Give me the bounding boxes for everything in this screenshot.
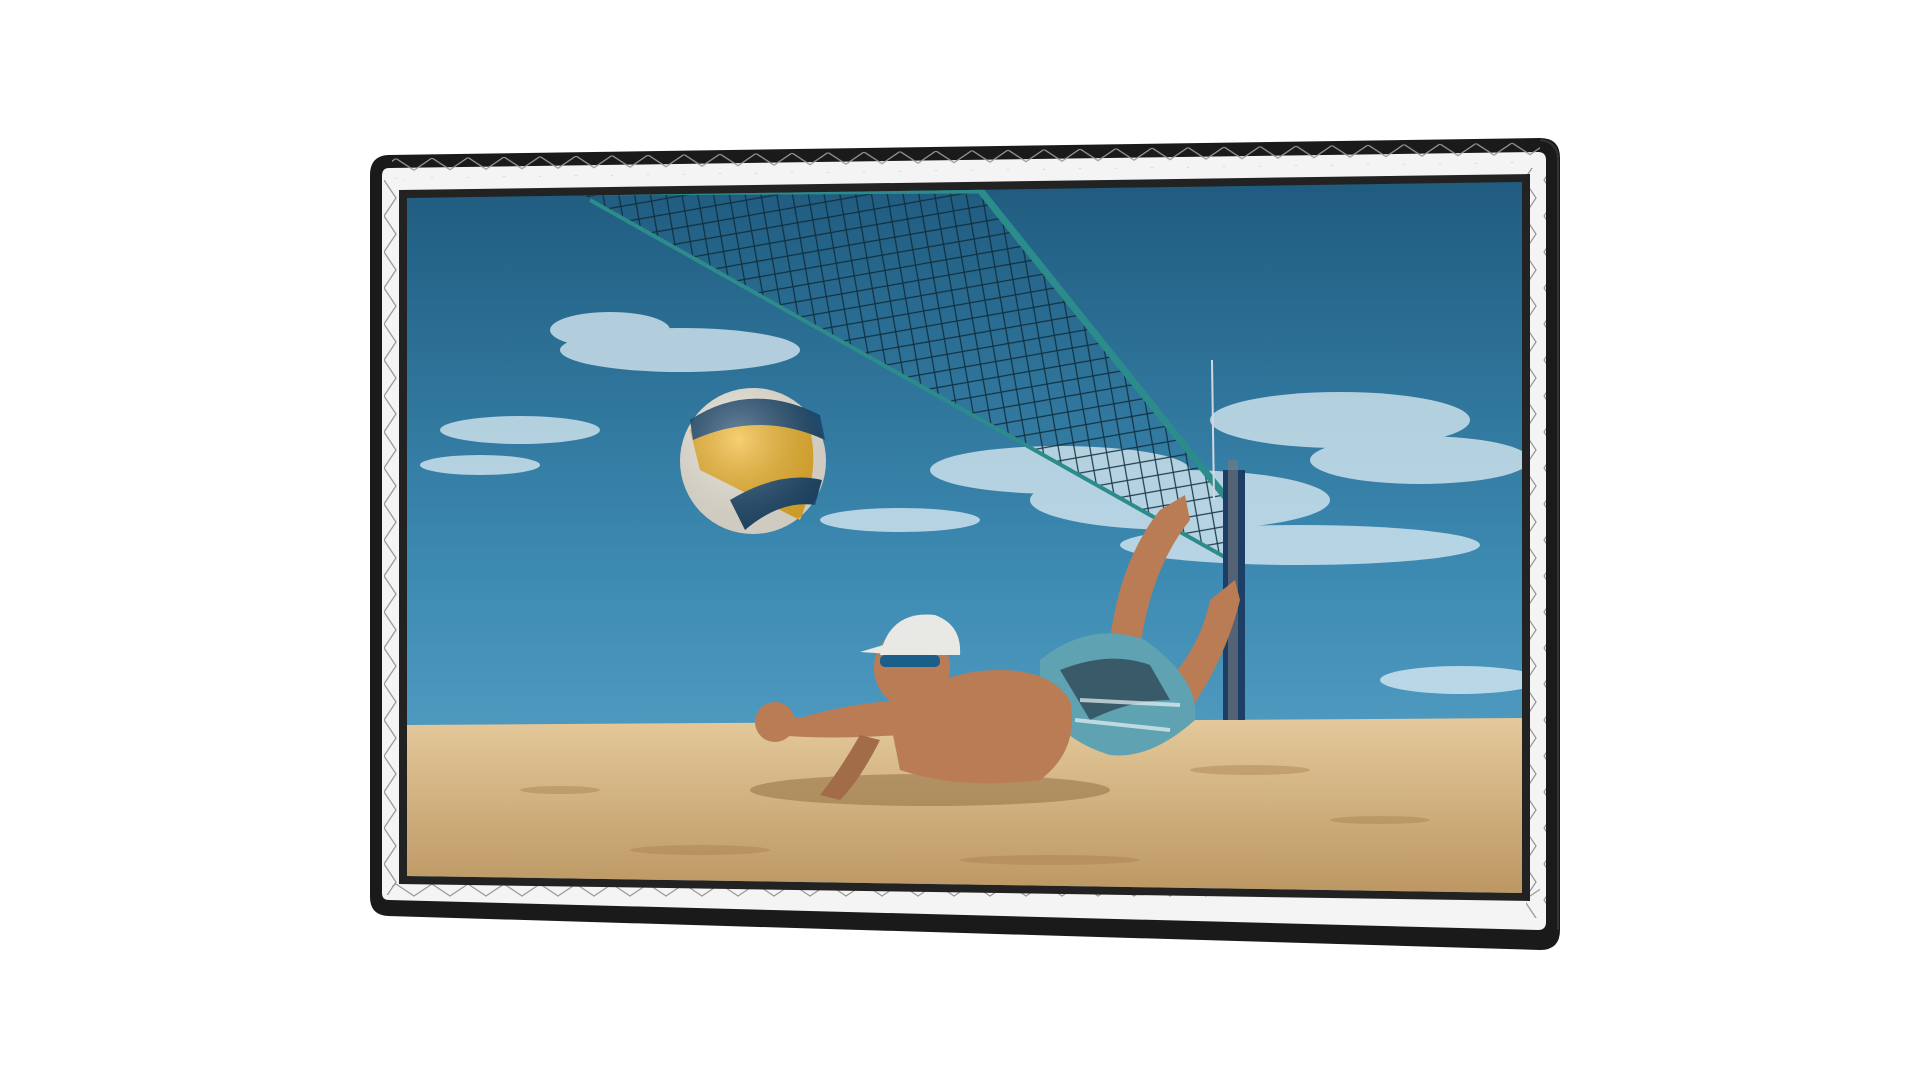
screen-picture	[407, 182, 1522, 893]
product-photo	[0, 0, 1920, 1080]
projector-screen	[370, 138, 1560, 950]
volleyball	[680, 388, 826, 534]
